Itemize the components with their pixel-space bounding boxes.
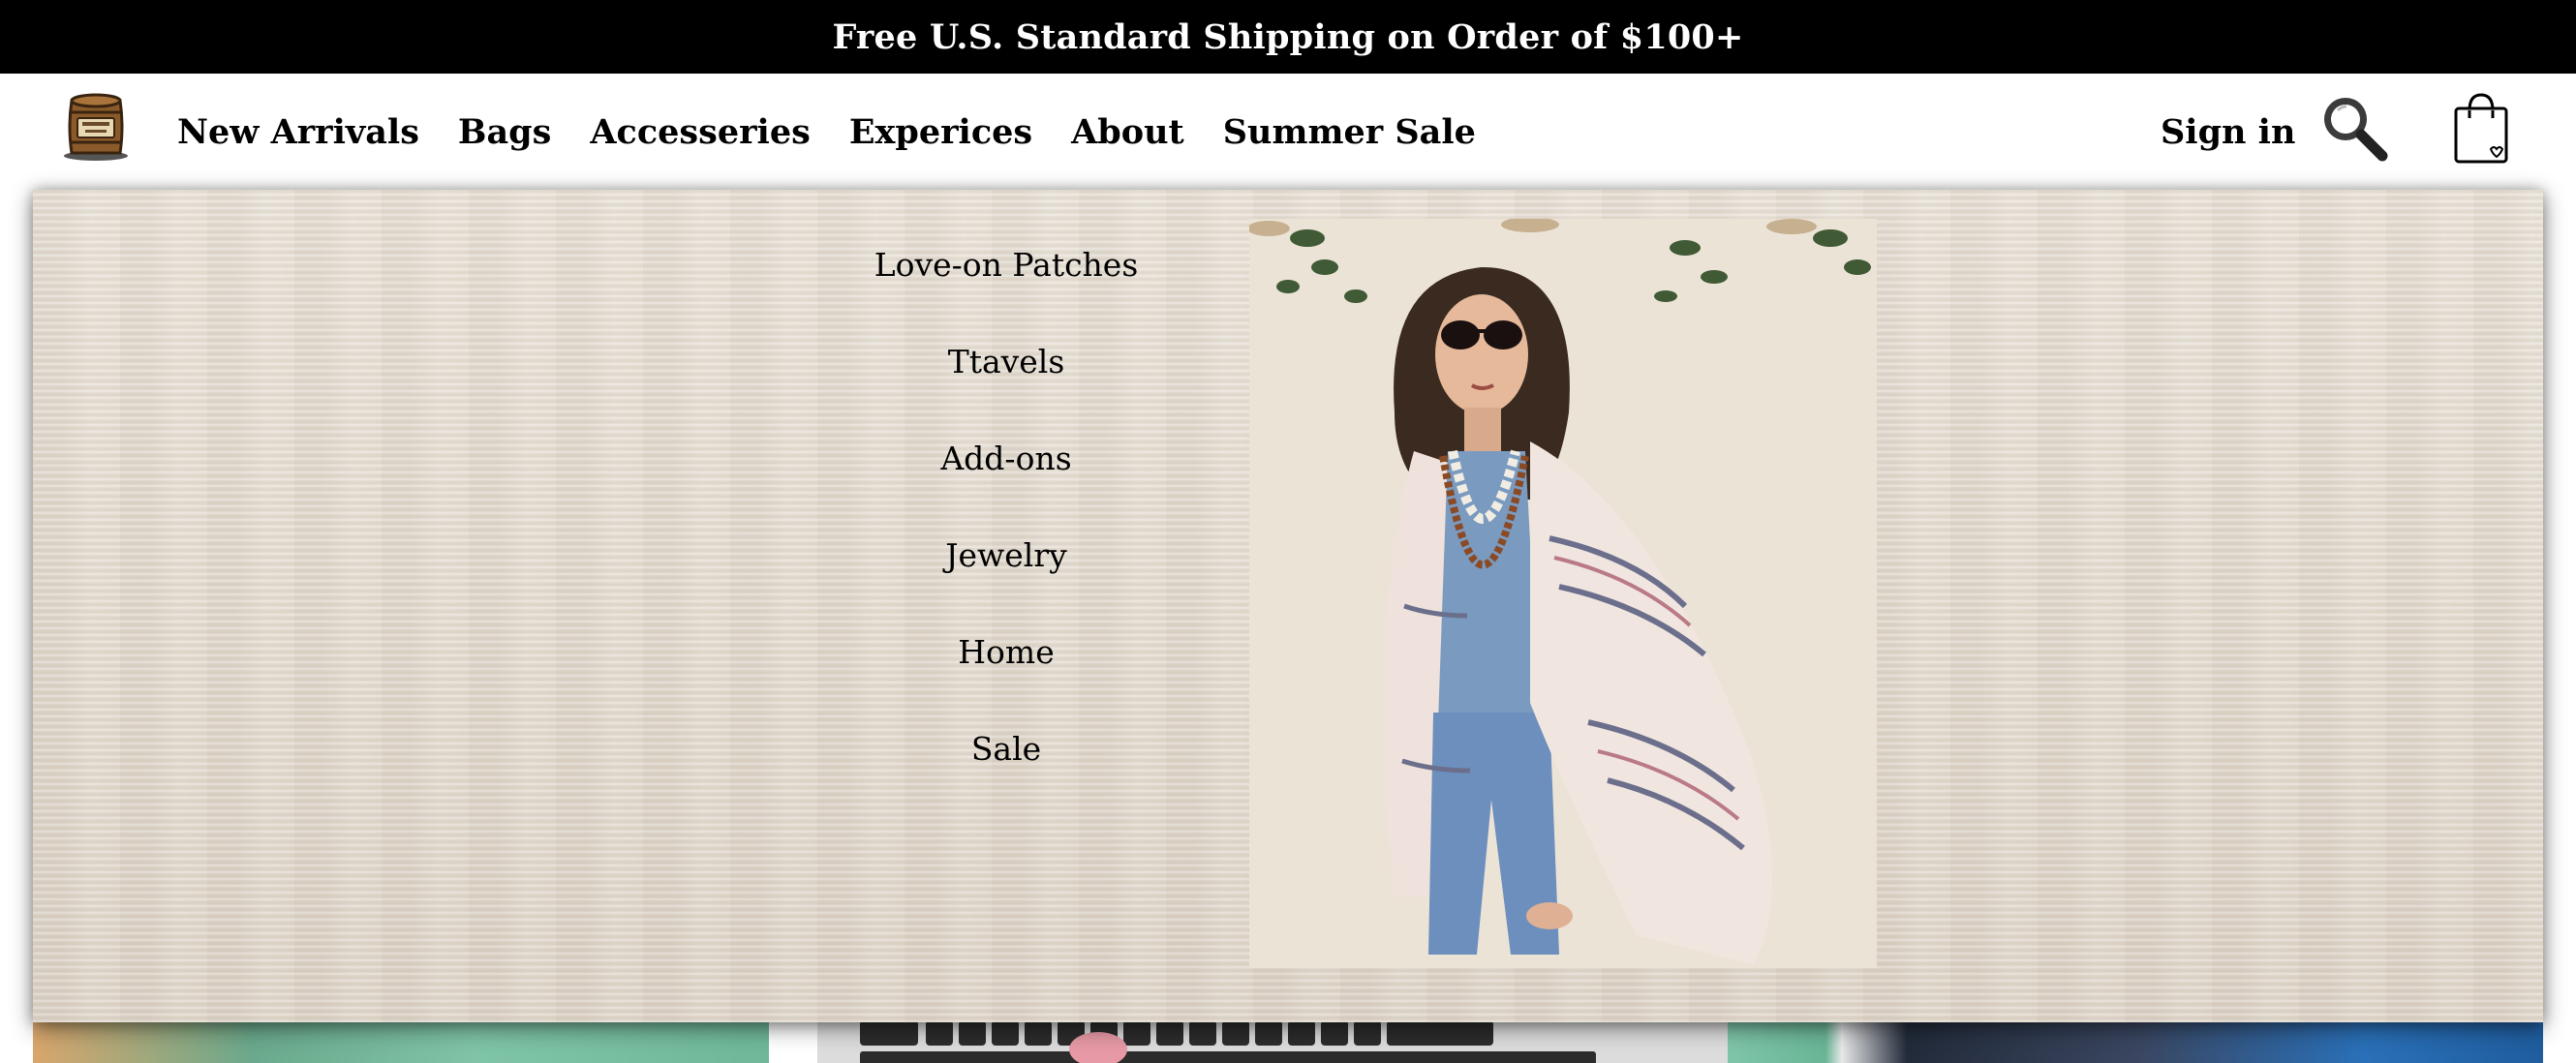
dropdown-item-sale[interactable]: Sale [808,730,1205,768]
hero-image-right [1728,1017,2543,1063]
search-icon[interactable] [2315,89,2392,167]
announcement-text: Free U.S. Standard Shipping on Order of … [832,16,1744,57]
shopping-bag-icon[interactable] [2452,89,2510,165]
nav-experiences[interactable]: Experices [849,112,1032,152]
nav-summer-sale[interactable]: Summer Sale [1223,112,1476,152]
nav-accessories[interactable]: Accesseries [590,112,810,152]
hero-image-left [33,1017,769,1063]
dropdown-item-add-ons[interactable]: Add-ons [808,440,1205,477]
nav-about[interactable]: About [1071,112,1184,152]
dropdown-item-jewelry[interactable]: Jewelry [808,536,1205,574]
hero-image-strip [33,1017,2543,1063]
dropdown-item-travels[interactable]: Ttavels [808,343,1205,380]
dropdown-item-love-on-patches[interactable]: Love-on Patches [808,246,1205,284]
hero-image-keyboard [769,1017,817,1063]
main-nav: New Arrivals Bags Accesseries Experices … [177,106,1515,157]
barrel-logo-icon[interactable] [60,91,132,163]
sign-in-link[interactable]: Sign in [2161,106,2295,157]
hero-image-center [817,1017,1728,1063]
announcement-bar: Free U.S. Standard Shipping on Order of … [0,0,2576,74]
dropdown-item-home[interactable]: Home [808,633,1205,671]
nav-new-arrivals[interactable]: New Arrivals [177,112,419,152]
nav-bags[interactable]: Bags [458,112,551,152]
woman-in-striped-shawl-photo[interactable] [1249,219,1877,968]
accessories-dropdown-menu: Love-on Patches Ttavels Add-ons Jewelry … [33,190,2543,1022]
